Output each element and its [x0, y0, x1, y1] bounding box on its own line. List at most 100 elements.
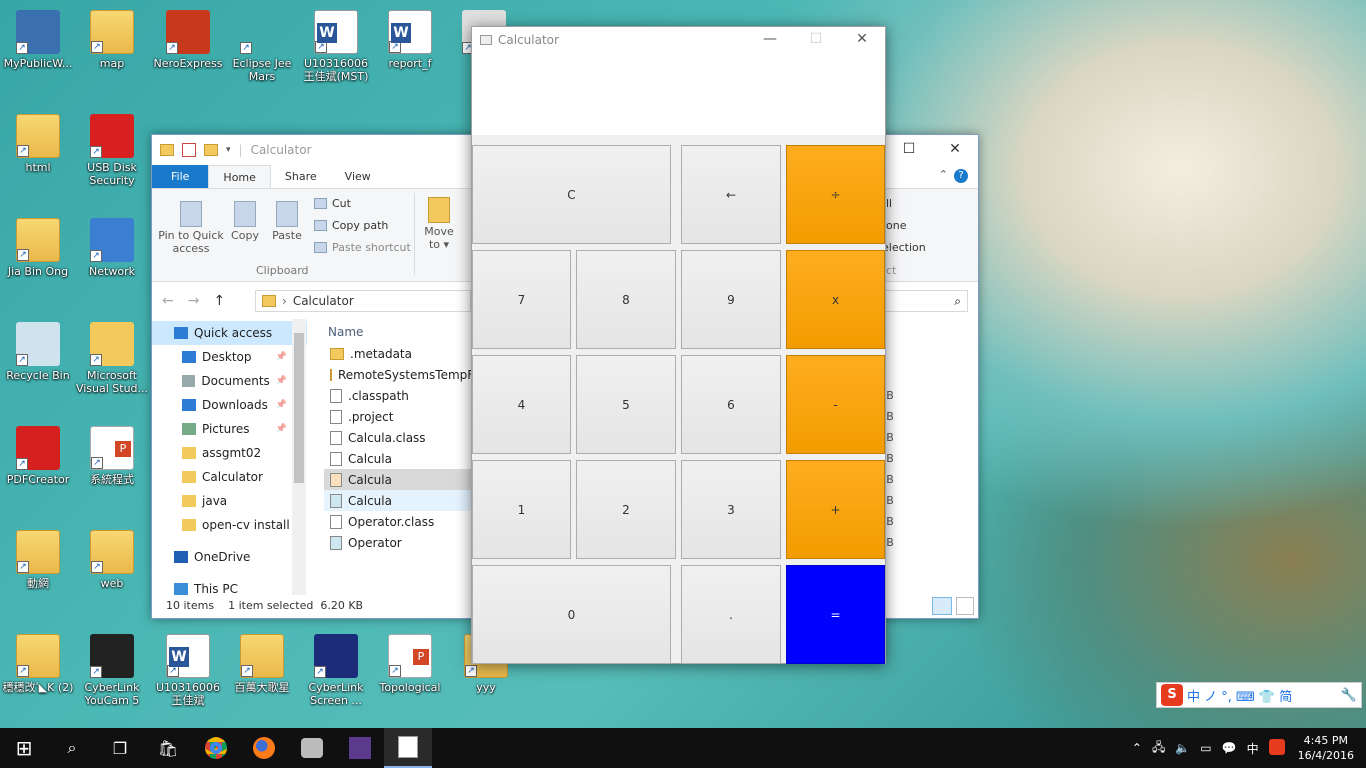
- desktop-icon[interactable]: ↗ CyberLink Screen ...: [298, 634, 374, 707]
- ime-buttons[interactable]: 中 ノ °, ⌨ 👕 简: [1187, 686, 1292, 705]
- desktop-icon[interactable]: ↗ 穩穩改ʹ◣K (2): [0, 634, 76, 694]
- desktop-icon[interactable]: ↗ Microsoft Visual Stud...: [74, 322, 150, 395]
- nav-item[interactable]: Desktop 📌: [152, 345, 307, 369]
- game-icon[interactable]: [336, 728, 384, 768]
- two-button[interactable]: 2: [576, 460, 676, 559]
- calculator-window[interactable]: Calculator — ☐ ✕ C ← ÷ 7 8 9 x 4 5 6 - 1…: [471, 26, 886, 664]
- action-center-icon[interactable]: 💬: [1217, 741, 1242, 755]
- app-icon[interactable]: [288, 728, 336, 768]
- desktop-icon[interactable]: ↗ MyPublicW...: [0, 10, 76, 70]
- ime-toolbar[interactable]: S 中 ノ °, ⌨ 👕 简 🔧: [1156, 682, 1362, 708]
- desktop-icon[interactable]: ↗ report_f: [372, 10, 448, 70]
- ime-language-indicator[interactable]: 中: [1242, 740, 1264, 757]
- search-icon[interactable]: ⌕: [48, 728, 96, 768]
- desktop-icon[interactable]: ↗ web: [74, 530, 150, 590]
- five-button[interactable]: 5: [576, 355, 676, 454]
- cut-button[interactable]: Cut: [314, 197, 351, 210]
- nav-item[interactable]: Quick access: [152, 321, 307, 345]
- new-folder-icon[interactable]: [204, 144, 218, 156]
- nav-item[interactable]: Calculator: [152, 465, 307, 489]
- file-row[interactable]: .project: [324, 406, 474, 427]
- nav-item[interactable]: java: [152, 489, 307, 513]
- tab-view[interactable]: View: [331, 165, 385, 188]
- desktop-icon[interactable]: ↗ U10316006 王佳斌(MST): [298, 10, 374, 83]
- battery-icon[interactable]: ▭: [1195, 741, 1216, 755]
- tab-home[interactable]: Home: [208, 165, 271, 188]
- nav-item[interactable]: open-cv install: [152, 513, 307, 537]
- clear-button[interactable]: C: [472, 145, 671, 244]
- maximize-button[interactable]: ☐: [793, 27, 839, 51]
- six-button[interactable]: 6: [681, 355, 781, 454]
- nav-item[interactable]: This PC: [152, 577, 307, 601]
- desktop-icon[interactable]: ↗ Eclipse Jee Mars: [224, 10, 300, 83]
- firefox-icon[interactable]: [240, 728, 288, 768]
- nav-item[interactable]: Downloads 📌: [152, 393, 307, 417]
- pin-icon[interactable]: 📌: [276, 400, 287, 410]
- nav-item[interactable]: assgmt02: [152, 441, 307, 465]
- address-bar[interactable]: › Calculator: [255, 290, 471, 312]
- three-button[interactable]: 3: [681, 460, 781, 559]
- desktop-icon[interactable]: ↗ CyberLink YouCam 5: [74, 634, 150, 707]
- pin-to-quick-access-button[interactable]: Pin to Quick access: [158, 201, 224, 255]
- file-row[interactable]: RemoteSystemsTempFi: [324, 364, 477, 385]
- select-all-fragment[interactable]: ll: [886, 197, 892, 210]
- desktop-icon[interactable]: ↗ NeroExpress: [150, 10, 226, 70]
- desktop-icon[interactable]: ↗ 動網: [0, 530, 76, 590]
- file-row[interactable]: Calcula.class: [324, 427, 474, 448]
- desktop-icon[interactable]: ↗ Topological: [372, 634, 448, 694]
- nav-scrollbar[interactable]: [292, 319, 306, 595]
- multiply-button[interactable]: x: [786, 250, 885, 349]
- chevron-up-icon[interactable]: ⌃: [1127, 741, 1147, 755]
- java-icon[interactable]: [384, 728, 432, 768]
- one-button[interactable]: 1: [472, 460, 571, 559]
- help-icon[interactable]: ?: [954, 165, 978, 188]
- clock[interactable]: 4:45 PM 16/4/2016: [1290, 733, 1366, 763]
- backspace-button[interactable]: ←: [681, 145, 781, 244]
- nine-button[interactable]: 9: [681, 250, 781, 349]
- properties-icon[interactable]: [182, 143, 196, 157]
- paste-button[interactable]: Paste: [270, 201, 304, 242]
- large-icons-view-icon[interactable]: [956, 597, 974, 615]
- nav-item[interactable]: Documents 📌: [152, 369, 307, 393]
- desktop-icon[interactable]: ↗ U10316006 王佳斌: [150, 634, 226, 707]
- close-button[interactable]: ✕: [932, 135, 978, 163]
- customize-qat-icon[interactable]: ▾: [226, 145, 231, 155]
- seven-button[interactable]: 7: [472, 250, 571, 349]
- column-header-name[interactable]: Name: [324, 321, 474, 343]
- volume-icon[interactable]: 🔈: [1170, 741, 1195, 755]
- divide-button[interactable]: ÷: [786, 145, 885, 244]
- eight-button[interactable]: 8: [576, 250, 676, 349]
- copy-path-button[interactable]: Copy path: [314, 219, 388, 232]
- invert-selection-fragment[interactable]: election: [882, 241, 926, 254]
- task-view-icon[interactable]: ❐: [96, 728, 144, 768]
- details-view-icon[interactable]: [932, 597, 952, 615]
- pin-icon[interactable]: 📌: [276, 376, 287, 386]
- network-icon[interactable]: 🖧: [1147, 738, 1170, 759]
- paste-shortcut-button[interactable]: Paste shortcut: [314, 241, 411, 254]
- sogou-icon[interactable]: S: [1161, 684, 1183, 706]
- zero-button[interactable]: 0: [472, 565, 671, 664]
- wrench-icon[interactable]: 🔧: [1341, 688, 1357, 703]
- pin-icon[interactable]: 📌: [276, 424, 287, 434]
- desktop-icon[interactable]: ↗ 百萬大歌星: [224, 634, 300, 694]
- store-icon[interactable]: 🛍: [144, 728, 192, 768]
- file-row[interactable]: Calcula: [324, 490, 474, 511]
- minimize-button[interactable]: —: [747, 27, 793, 51]
- back-icon[interactable]: ←: [162, 293, 188, 309]
- minus-button[interactable]: -: [786, 355, 885, 454]
- file-row[interactable]: Operator.class: [324, 511, 474, 532]
- decimal-button[interactable]: .: [681, 565, 781, 664]
- up-icon[interactable]: ↑: [213, 293, 239, 309]
- desktop-icon[interactable]: ↗ Network: [74, 218, 150, 278]
- chrome-icon[interactable]: [192, 728, 240, 768]
- desktop-icon[interactable]: ↗ html: [0, 114, 76, 174]
- file-row[interactable]: Operator: [324, 532, 474, 553]
- desktop-icon[interactable]: ↗ 系統程式: [74, 426, 150, 486]
- sogou-tray-icon[interactable]: [1264, 738, 1290, 758]
- equals-button[interactable]: =: [786, 565, 885, 664]
- maximize-button[interactable]: ☐: [886, 135, 932, 163]
- file-row[interactable]: Calcula: [324, 448, 474, 469]
- close-button[interactable]: ✕: [839, 27, 885, 51]
- desktop-icon[interactable]: ↗ PDFCreator: [0, 426, 76, 486]
- nav-item[interactable]: OneDrive: [152, 545, 307, 569]
